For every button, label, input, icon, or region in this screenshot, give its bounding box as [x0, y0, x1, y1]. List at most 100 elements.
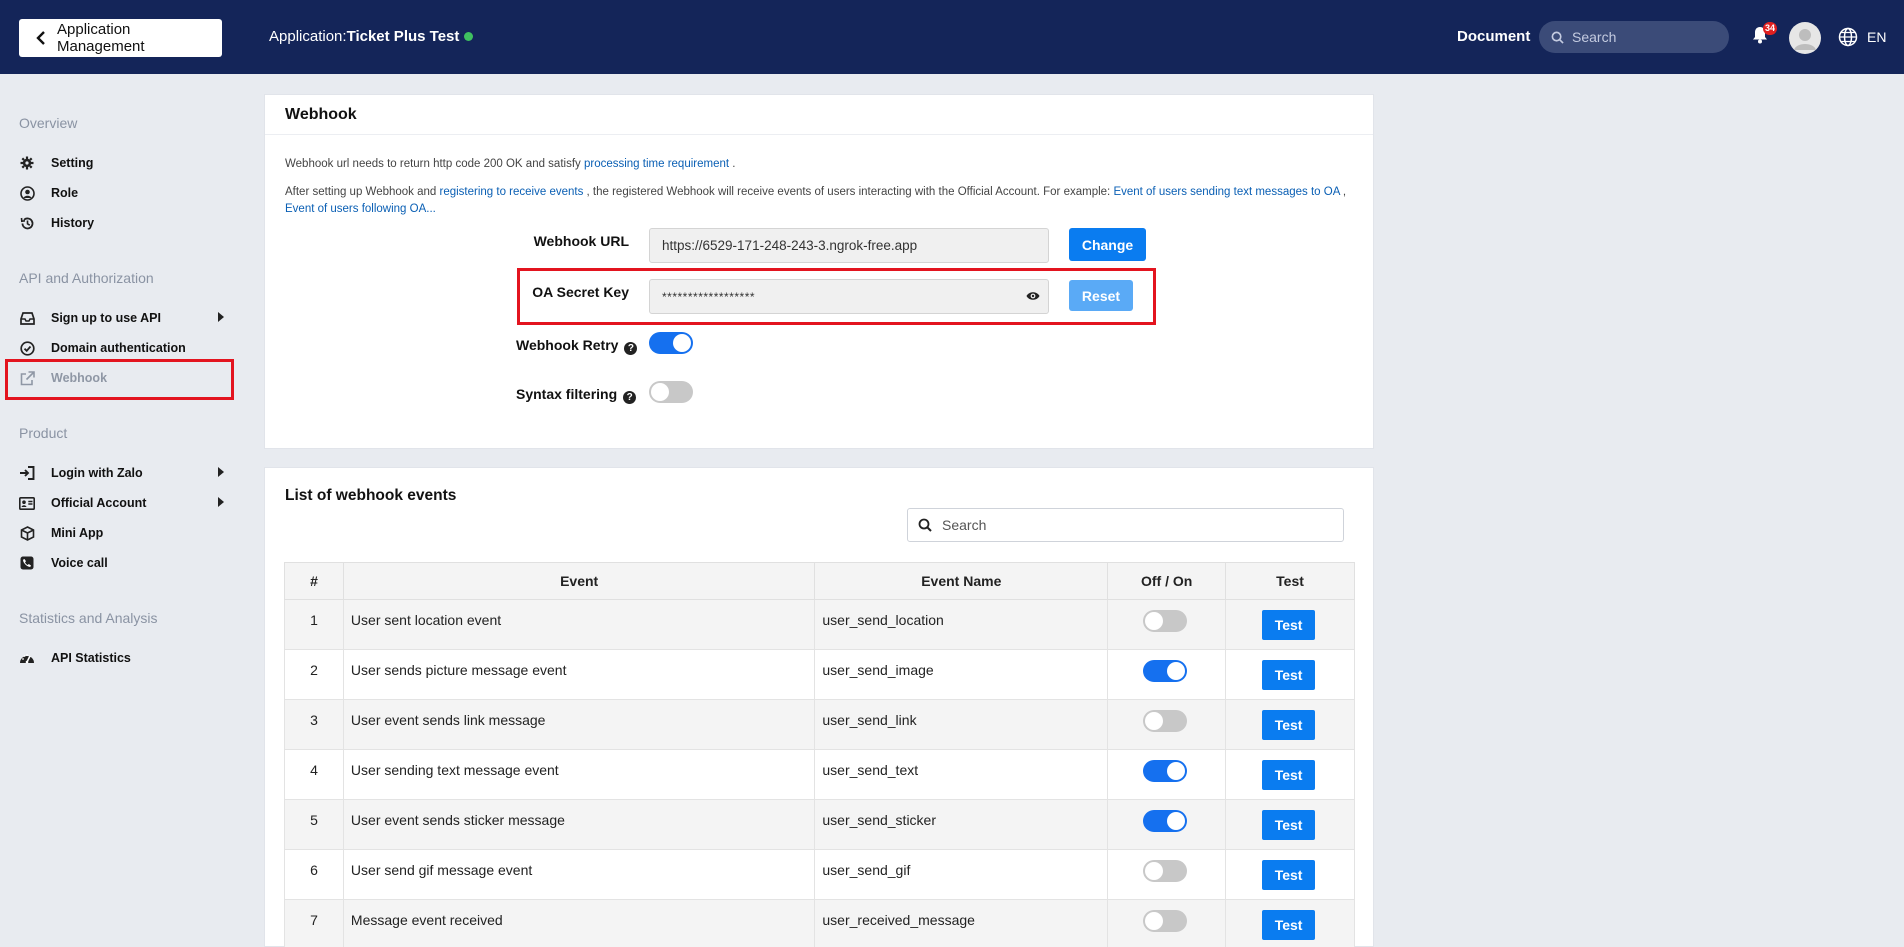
sidebar-item-voice-call[interactable]: Voice call: [19, 552, 224, 574]
webhook-url-label: Webhook URL: [533, 233, 629, 249]
follow-oa-event-link[interactable]: Event of users following OA...: [285, 203, 436, 215]
sidebar-item-label: Voice call: [51, 556, 108, 570]
event-toggle-cell: [1107, 799, 1227, 850]
sidebar-item-label: Sign up to use API: [51, 311, 161, 325]
phone-icon: [19, 555, 35, 571]
sidebar-item-sign-up-api[interactable]: Sign up to use API: [19, 307, 224, 329]
event-test-cell: Test: [1225, 899, 1355, 947]
header-search-input[interactable]: Search: [1539, 21, 1729, 53]
webhook-highlight-box: [5, 359, 234, 400]
section-title-product: Product: [19, 425, 68, 441]
event-test-cell: Test: [1225, 699, 1355, 750]
column-header-event: Event: [342, 562, 816, 600]
help-icon[interactable]: ?: [624, 342, 638, 355]
test-event-button[interactable]: Test: [1262, 810, 1316, 840]
table-row: 2 User sends picture message event user_…: [284, 649, 1355, 700]
event-toggle-cell: [1107, 749, 1227, 800]
section-title-api-authorization: API and Authorization: [19, 270, 154, 286]
event-toggle[interactable]: [1143, 760, 1188, 782]
column-header-off-on: Off / On: [1107, 562, 1227, 600]
event-description: User sent location event: [342, 599, 816, 650]
test-event-button[interactable]: Test: [1262, 660, 1316, 690]
event-toggle[interactable]: [1143, 610, 1188, 632]
language-selector[interactable]: EN: [1867, 29, 1886, 45]
syntax-filtering-label: Syntax filtering?: [516, 386, 637, 404]
test-event-button[interactable]: Test: [1262, 910, 1316, 940]
test-event-button[interactable]: Test: [1262, 760, 1316, 790]
sidebar-item-mini-app[interactable]: Mini App: [19, 522, 224, 544]
table-row: 6 User send gif message event user_send_…: [284, 849, 1355, 900]
description-text: After setting up Webhook and: [285, 186, 440, 198]
event-name: user_send_location: [814, 599, 1109, 650]
caret-right-icon: [218, 467, 224, 477]
sidebar-item-api-statistics[interactable]: API Statistics: [19, 647, 224, 669]
sidebar-item-setting[interactable]: Setting: [19, 152, 224, 174]
caret-right-icon: [218, 312, 224, 322]
sidebar-item-history[interactable]: History: [19, 212, 224, 234]
sidebar-item-official-account[interactable]: Official Account: [19, 492, 224, 514]
event-name: user_send_image: [814, 649, 1109, 700]
sign-in-icon: [19, 465, 35, 481]
events-search-placeholder: Search: [942, 517, 987, 533]
event-description: User sends picture message event: [342, 649, 816, 700]
webhook-url-field[interactable]: https://6529-171-248-243-3.ngrok-free.ap…: [649, 228, 1049, 263]
id-card-icon: [19, 495, 35, 511]
notification-count-badge: 34: [1763, 22, 1778, 35]
avatar[interactable]: [1789, 22, 1821, 54]
test-event-button[interactable]: Test: [1262, 710, 1316, 740]
help-icon[interactable]: ?: [623, 391, 637, 404]
sidebar-item-login-with-zalo[interactable]: Login with Zalo: [19, 462, 224, 484]
event-toggle-cell: [1107, 699, 1227, 750]
text-message-event-link[interactable]: Event of users sending text messages to …: [1113, 186, 1339, 198]
app-name: Ticket Plus Test: [346, 28, 460, 45]
event-number: 6: [284, 849, 344, 900]
application-title: Application: Ticket Plus Test: [269, 28, 474, 45]
processing-time-link[interactable]: processing time requirement: [584, 158, 729, 170]
events-list-title: List of webhook events: [285, 487, 457, 504]
change-url-button[interactable]: Change: [1069, 228, 1146, 261]
event-toggle-cell: [1107, 899, 1227, 947]
event-name: user_send_gif: [814, 849, 1109, 900]
dashboard-icon: [19, 650, 35, 666]
webhook-retry-label: Webhook Retry?: [516, 337, 638, 355]
event-test-cell: Test: [1225, 799, 1355, 850]
sidebar-item-role[interactable]: Role: [19, 182, 224, 204]
event-description: User sending text message event: [342, 749, 816, 800]
document-link[interactable]: Document: [1457, 28, 1530, 45]
inbox-icon: [19, 310, 35, 326]
test-event-button[interactable]: Test: [1262, 610, 1316, 640]
cube-icon: [19, 525, 35, 541]
globe-icon[interactable]: [1838, 27, 1858, 47]
syntax-filtering-toggle[interactable]: [649, 381, 693, 403]
table-row: 5 User event sends sticker message user_…: [284, 799, 1355, 850]
event-toggle[interactable]: [1143, 810, 1188, 832]
event-number: 4: [284, 749, 344, 800]
registering-events-link[interactable]: registering to receive events: [440, 186, 584, 198]
sidebar-item-domain-authentication[interactable]: Domain authentication: [19, 337, 224, 359]
section-title-statistics: Statistics and Analysis: [19, 610, 158, 626]
event-toggle[interactable]: [1143, 860, 1188, 882]
user-circle-icon: [19, 185, 35, 201]
user-avatar-icon: [1794, 29, 1816, 50]
table-row: 1 User sent location event user_send_loc…: [284, 599, 1355, 650]
app-prefix: Application:: [269, 28, 347, 45]
description-separator: ,: [1339, 186, 1347, 198]
event-test-cell: Test: [1225, 599, 1355, 650]
webhook-description-text: After setting up Webhook and registering…: [285, 184, 1365, 218]
webhook-title: Webhook: [285, 106, 357, 123]
description-mid-text: , the registered Webhook will receive ev…: [583, 186, 1114, 198]
event-toggle[interactable]: [1143, 910, 1188, 932]
back-to-application-management-button[interactable]: Application Management: [19, 19, 222, 57]
webhook-retry-toggle[interactable]: [649, 332, 693, 354]
event-toggle-cell: [1107, 599, 1227, 650]
event-name: user_send_text: [814, 749, 1109, 800]
event-toggle[interactable]: [1143, 660, 1188, 682]
event-name: user_send_sticker: [814, 799, 1109, 850]
chevron-left-icon: [36, 31, 45, 45]
events-search-input[interactable]: Search: [907, 508, 1344, 542]
event-name: user_received_message: [814, 899, 1109, 947]
event-toggle[interactable]: [1143, 710, 1188, 732]
card-divider: [265, 134, 1373, 135]
event-name: user_send_link: [814, 699, 1109, 750]
test-event-button[interactable]: Test: [1262, 860, 1316, 890]
